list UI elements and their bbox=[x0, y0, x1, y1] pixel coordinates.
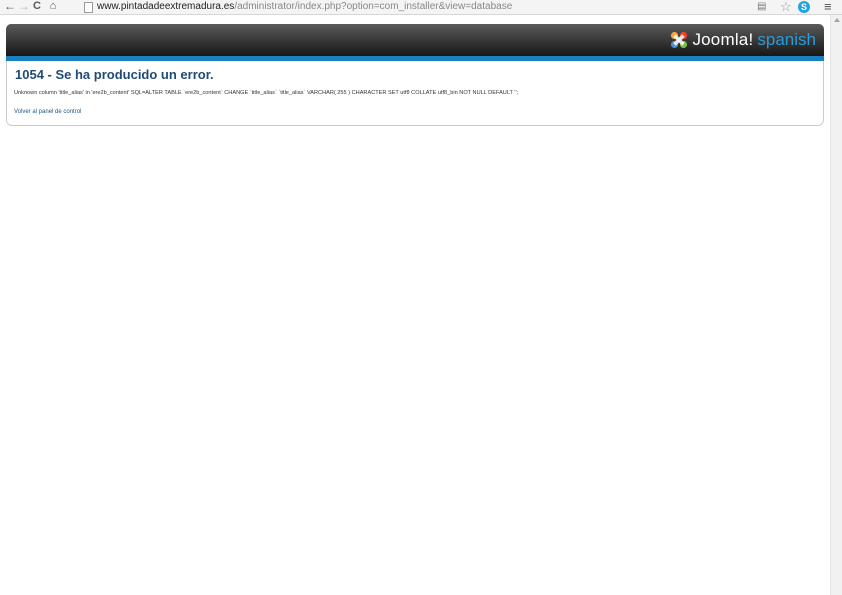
browser-toolbar: ← → C ⌂ www.pintadadeextremadura.es/admi… bbox=[0, 0, 842, 15]
home-icon[interactable]: ⌂ bbox=[47, 0, 59, 14]
star-icon[interactable]: ☆ bbox=[780, 0, 792, 15]
error-panel: 1054 - Se ha producido un error. Unknown… bbox=[6, 61, 824, 126]
scroll-up-arrow-icon[interactable] bbox=[834, 18, 840, 22]
url-host: www.pintadadeextremadura.es bbox=[97, 1, 235, 12]
forward-arrow-icon[interactable]: → bbox=[18, 0, 30, 14]
address-bar[interactable]: www.pintadadeextremadura.es/administrato… bbox=[97, 0, 512, 14]
page-scrollbar[interactable] bbox=[830, 15, 842, 595]
joomla-logo-icon bbox=[671, 31, 688, 49]
error-title: 1054 - Se ha producido un error. bbox=[15, 67, 214, 82]
joomla-logo-text: Joomla! bbox=[692, 30, 754, 49]
skype-icon[interactable]: S bbox=[798, 1, 810, 13]
page-icon bbox=[84, 2, 93, 13]
joomla-header: Joomla! spanish bbox=[6, 24, 824, 56]
reload-icon[interactable]: C bbox=[31, 0, 43, 14]
translate-icon[interactable]: ▤ bbox=[757, 1, 766, 12]
url-path: /administrator/index.php?option=com_inst… bbox=[234, 1, 513, 12]
back-to-control-panel-link[interactable]: Volver al panel de control bbox=[14, 109, 81, 115]
back-arrow-icon[interactable]: ← bbox=[4, 0, 16, 14]
error-message: Unknown column 'title_alias' in 'ere2b_c… bbox=[14, 90, 519, 96]
menu-icon[interactable]: ≡ bbox=[824, 0, 832, 14]
joomla-logo-subtext: spanish bbox=[757, 30, 816, 49]
joomla-logo: Joomla! spanish bbox=[670, 29, 816, 51]
